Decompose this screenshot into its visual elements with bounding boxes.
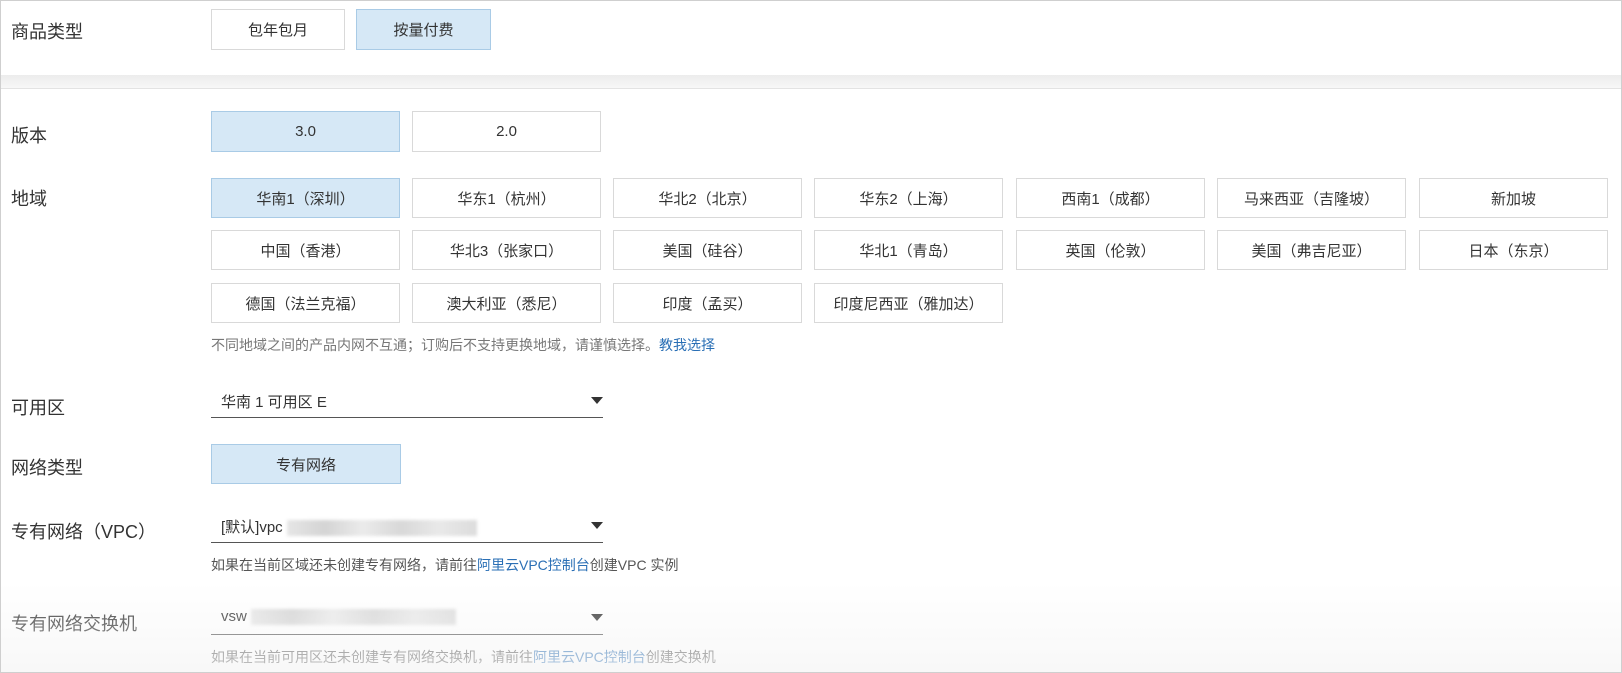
region-option[interactable]: 英国（伦敦） (1016, 230, 1205, 270)
vpc-select[interactable]: [默认]vpc (211, 509, 603, 543)
product-type-option-subscription[interactable]: 包年包月 (211, 9, 345, 50)
region-option[interactable]: 印度尼西亚（雅加达） (814, 283, 1003, 323)
region-option[interactable]: 西南1（成都） (1016, 178, 1205, 218)
region-option[interactable]: 华东2（上海） (814, 178, 1003, 218)
zone-select[interactable]: 华南 1 可用区 E (211, 384, 603, 418)
region-option[interactable]: 华北1（青岛） (814, 230, 1003, 270)
region-option[interactable]: 中国（香港） (211, 230, 400, 270)
vswitch-label: 专有网络交换机 (11, 614, 137, 634)
vswitch-select-value-wrap: vsw (221, 608, 456, 626)
region-hint: 不同地域之间的产品内网不互通；订购后不支持更换地域，请谨慎选择。教我选择 (211, 336, 715, 354)
vpc-console-link[interactable]: 阿里云VPC控制台 (477, 557, 590, 573)
region-option[interactable]: 德国（法兰克福） (211, 283, 400, 323)
redacted-vpc-id (286, 520, 477, 537)
caret-down-icon (591, 614, 603, 621)
region-option[interactable]: 华南1（深圳） (211, 178, 400, 218)
vpc-hint-prefix: 如果在当前区域还未创建专有网络，请前往 (211, 557, 477, 573)
purchase-form: 商品类型 包年包月 按量付费 版本 3.0 2.0 地域 华南1（深圳） 华东1… (0, 0, 1622, 673)
vpc-select-value: [默认]vpc (221, 519, 283, 536)
region-label: 地域 (11, 189, 47, 209)
region-option[interactable]: 新加坡 (1419, 178, 1608, 218)
caret-down-icon (591, 397, 603, 404)
product-type-label: 商品类型 (11, 22, 83, 42)
region-option[interactable]: 日本（东京） (1419, 230, 1608, 270)
region-option[interactable]: 华北2（北京） (613, 178, 802, 218)
region-option[interactable]: 华北3（张家口） (412, 230, 601, 270)
vswitch-select-value: vsw (221, 608, 247, 625)
vswitch-console-link[interactable]: 阿里云VPC控制台 (533, 649, 646, 665)
vpc-hint-suffix: 创建VPC 实例 (589, 557, 679, 573)
region-help-link[interactable]: 教我选择 (659, 337, 715, 353)
product-type-section: 商品类型 包年包月 按量付费 (1, 1, 1621, 75)
version-option-2-0[interactable]: 2.0 (412, 111, 601, 152)
vpc-select-value-wrap: [默认]vpc (221, 516, 477, 537)
version-option-3-0[interactable]: 3.0 (211, 111, 400, 152)
section-divider (1, 75, 1621, 89)
network-type-label: 网络类型 (11, 458, 83, 478)
caret-down-icon (591, 522, 603, 529)
vpc-hint: 如果在当前区域还未创建专有网络，请前往阿里云VPC控制台创建VPC 实例 (211, 556, 678, 574)
vswitch-select[interactable]: vsw (211, 601, 603, 635)
region-option[interactable]: 美国（硅谷） (613, 230, 802, 270)
product-type-option-pay-as-you-go[interactable]: 按量付费 (356, 9, 491, 50)
redacted-vswitch-id (250, 609, 456, 626)
vpc-label: 专有网络（VPC） (11, 522, 157, 542)
region-option[interactable]: 印度（孟买） (613, 283, 802, 323)
version-label: 版本 (11, 126, 47, 146)
region-hint-text: 不同地域之间的产品内网不互通；订购后不支持更换地域，请谨慎选择。 (211, 337, 659, 353)
region-option[interactable]: 马来西亚（吉隆坡） (1217, 178, 1406, 218)
region-option[interactable]: 澳大利亚（悉尼） (412, 283, 601, 323)
vswitch-hint-suffix: 创建交换机 (645, 649, 716, 665)
vswitch-hint: 如果在当前可用区还未创建专有网络交换机，请前往阿里云VPC控制台创建交换机 (211, 648, 716, 666)
region-option[interactable]: 华东1（杭州） (412, 178, 601, 218)
zone-label: 可用区 (11, 398, 65, 418)
region-option[interactable]: 美国（弗吉尼亚） (1217, 230, 1406, 270)
vswitch-hint-prefix: 如果在当前可用区还未创建专有网络交换机，请前往 (211, 649, 533, 665)
zone-select-value: 华南 1 可用区 E (221, 394, 327, 411)
network-type-option-vpc[interactable]: 专有网络 (211, 444, 401, 484)
